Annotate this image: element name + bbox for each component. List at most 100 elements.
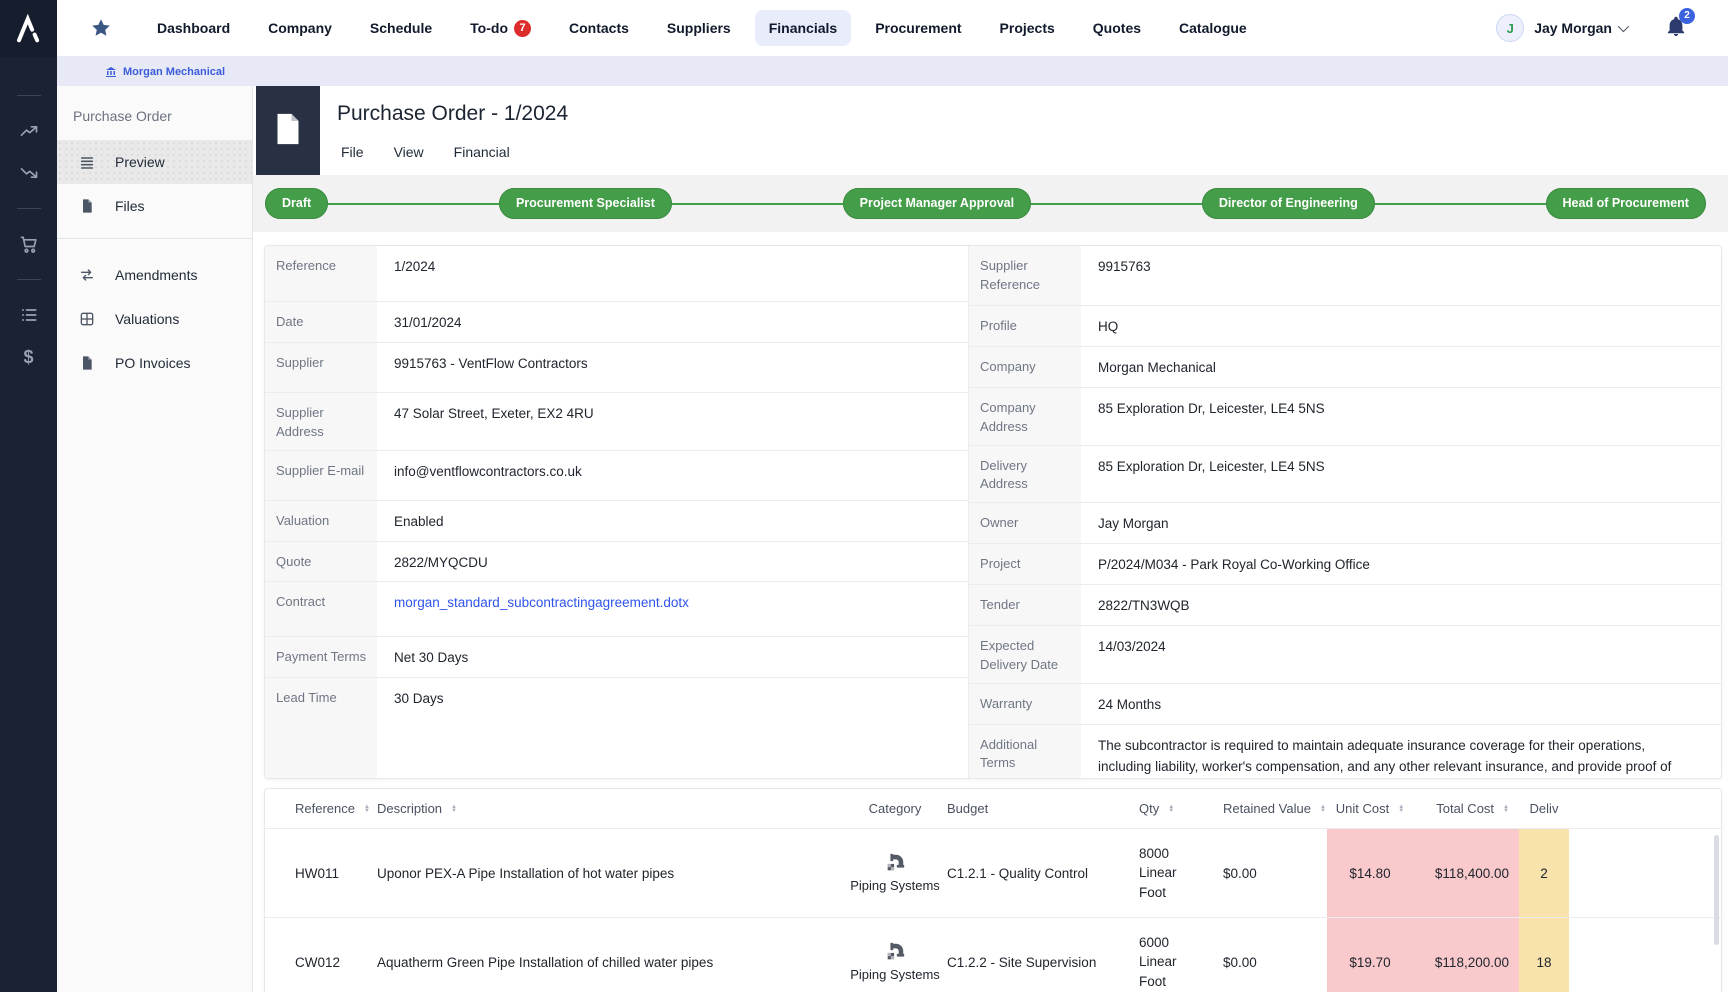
nav-item-financials[interactable]: Financials (755, 10, 851, 46)
detail-row-contract: Contract morgan_standard_subcontractinga… (265, 581, 968, 636)
table-scrollbar[interactable] (1714, 835, 1719, 945)
page-title: Purchase Order - 1/2024 (337, 102, 568, 126)
nav-item-catalogue[interactable]: Catalogue (1165, 10, 1261, 46)
swap-arrows-icon (79, 267, 95, 283)
col-header-budget: Budget (943, 801, 1139, 816)
sidebar-item-po-invoices[interactable]: PO Invoices (57, 341, 252, 385)
detail-row-owner: Owner Jay Morgan (969, 502, 1721, 543)
col-header-category: Category (847, 801, 943, 816)
list-lines-icon (79, 154, 95, 170)
sidebar-item-amendments[interactable]: Amendments (57, 253, 252, 297)
workflow-track: Draft Procurement Specialist Project Man… (265, 188, 1706, 219)
grid-icon (79, 311, 95, 327)
col-header-description[interactable]: Description (377, 801, 847, 816)
nav-item-company[interactable]: Company (254, 10, 346, 46)
item-unit-cost: $14.80 (1327, 829, 1413, 917)
file-icon (79, 355, 95, 371)
col-header-retained-value[interactable]: Retained Value (1211, 801, 1327, 816)
col-header-total-cost[interactable]: Total Cost (1413, 801, 1519, 816)
notifications-button[interactable]: 2 (1664, 14, 1688, 43)
detail-row-company: Company Morgan Mechanical (969, 346, 1721, 387)
stage-head-of-procurement[interactable]: Head of Procurement (1546, 188, 1706, 219)
col-header-delivery[interactable]: Deliv (1519, 801, 1569, 816)
item-total-cost: $118,400.00 (1413, 829, 1519, 917)
nav-item-procurement[interactable]: Procurement (861, 10, 975, 46)
col-header-unit-cost[interactable]: Unit Cost (1327, 801, 1413, 816)
document-header: Purchase Order - 1/2024 File View Financ… (253, 86, 1728, 175)
chevron-down-icon[interactable] (1618, 21, 1629, 32)
nav-item-dashboard[interactable]: Dashboard (143, 10, 244, 46)
trend-up-icon[interactable] (18, 120, 40, 142)
nav-item-suppliers[interactable]: Suppliers (653, 10, 745, 46)
item-delivery: 2 (1519, 829, 1569, 917)
line-item-row-cw012[interactable]: CW012 Aquatherm Green Pipe Installation … (265, 918, 1721, 992)
contract-file-link[interactable]: morgan_standard_subcontractingagreement.… (394, 595, 689, 610)
item-budget: C1.2.1 - Quality Control (943, 829, 1139, 917)
cart-icon[interactable] (18, 233, 40, 255)
stage-procurement-specialist[interactable]: Procurement Specialist (499, 188, 672, 219)
sort-icon[interactable] (1398, 805, 1404, 813)
detail-row-warranty: Warranty 24 Months (969, 683, 1721, 724)
document-menu: File View Financial (341, 144, 540, 160)
detail-row-profile: Profile HQ (969, 305, 1721, 346)
item-description: Aquatherm Green Pipe Installation of chi… (377, 918, 847, 992)
list-icon[interactable] (18, 304, 40, 326)
item-filler (1569, 918, 1721, 992)
line-item-row-hw011[interactable]: HW011 Uponor PEX-A Pipe Installation of … (265, 829, 1721, 918)
breadcrumb-company[interactable]: Morgan Mechanical (105, 66, 225, 78)
item-unit-cost: $19.70 (1327, 918, 1413, 992)
trend-down-icon[interactable] (18, 162, 40, 184)
item-description: Uponor PEX-A Pipe Installation of hot wa… (377, 829, 847, 917)
sort-icon[interactable] (1503, 805, 1509, 813)
rail-divider (17, 208, 41, 209)
main-content: Purchase Order - 1/2024 File View Financ… (253, 86, 1728, 992)
document-icon (274, 112, 302, 146)
details-left-column: Reference 1/2024 Date 31/01/2024 Supplie… (265, 246, 968, 778)
po-details-card: Reference 1/2024 Date 31/01/2024 Supplie… (264, 245, 1722, 779)
menu-file[interactable]: File (341, 144, 364, 160)
sidebar-item-preview[interactable]: Preview (57, 140, 252, 184)
sort-icon[interactable] (1320, 805, 1326, 813)
nav-item-todo[interactable]: To-do 7 (456, 10, 545, 47)
user-avatar[interactable]: J (1496, 14, 1524, 42)
detail-row-reference: Reference 1/2024 (265, 246, 968, 301)
detail-row-supplier-email: Supplier E-mail info@ventflowcontractors… (265, 450, 968, 500)
col-header-qty[interactable]: Qty (1139, 801, 1211, 816)
detail-row-company-address: Company Address 85 Exploration Dr, Leice… (969, 387, 1721, 445)
dollar-icon[interactable] (18, 346, 40, 368)
nav-item-schedule[interactable]: Schedule (356, 10, 446, 46)
item-total-cost: $118,200.00 (1413, 918, 1519, 992)
sort-icon[interactable] (451, 805, 457, 813)
top-nav-items: Dashboard Company Schedule To-do 7 Conta… (138, 0, 1266, 56)
user-name[interactable]: Jay Morgan (1534, 20, 1612, 36)
item-filler (1569, 829, 1721, 917)
detail-row-supplier-reference: Supplier Reference 9915763 (969, 246, 1721, 305)
detail-row-project: Project P/2024/M034 - Park Royal Co-Work… (969, 543, 1721, 584)
sidebar-item-valuations[interactable]: Valuations (57, 297, 252, 341)
menu-financial[interactable]: Financial (454, 144, 510, 160)
sidebar-item-files[interactable]: Files (57, 184, 252, 228)
col-header-reference[interactable]: Reference (265, 801, 377, 816)
todo-count-badge: 7 (514, 20, 531, 37)
nav-item-quotes[interactable]: Quotes (1079, 10, 1155, 46)
nav-item-projects[interactable]: Projects (986, 10, 1069, 46)
stage-director-of-engineering[interactable]: Director of Engineering (1202, 188, 1375, 219)
document-sidebar: Purchase Order Preview Files Amendments (57, 86, 253, 992)
notification-count-badge: 2 (1679, 8, 1695, 24)
top-nav-bar: Dashboard Company Schedule To-do 7 Conta… (57, 0, 1728, 57)
item-budget: C1.2.2 - Site Supervision (943, 918, 1139, 992)
sidebar-divider (57, 238, 252, 239)
stage-draft[interactable]: Draft (265, 188, 328, 219)
bank-icon (105, 66, 117, 78)
menu-view[interactable]: View (394, 144, 424, 160)
sort-icon[interactable] (1168, 805, 1174, 813)
sort-icon[interactable] (364, 805, 370, 813)
stage-project-manager-approval[interactable]: Project Manager Approval (843, 188, 1031, 219)
detail-row-supplier: Supplier 9915763 - VentFlow Contractors (265, 342, 968, 392)
favorites-star-icon[interactable] (90, 17, 112, 39)
item-category: Piping Systems (847, 829, 943, 917)
app-logo[interactable] (0, 0, 57, 57)
nav-item-contacts[interactable]: Contacts (555, 10, 643, 46)
archdesk-logo-icon (14, 14, 44, 44)
detail-row-delivery-address: Delivery Address 85 Exploration Dr, Leic… (969, 445, 1721, 503)
